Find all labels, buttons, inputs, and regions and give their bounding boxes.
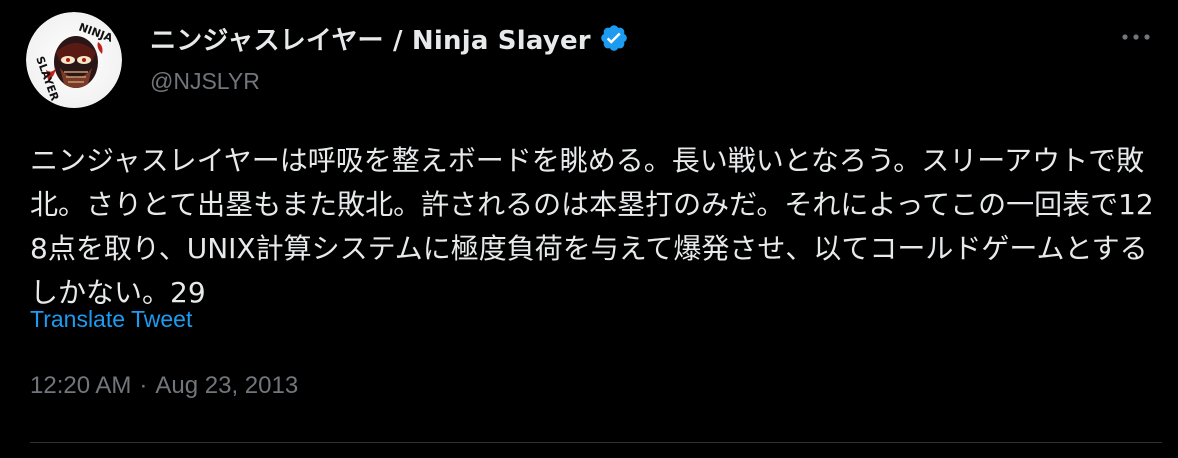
more-button[interactable]	[1118, 22, 1154, 52]
tweet-timestamp[interactable]: 12:20 AM · Aug 23, 2013	[30, 372, 298, 400]
ninja-slayer-logo-icon: NINJA SLAYER	[26, 12, 122, 108]
tweet-card: NINJA SLAYER ニンジャスレイヤー / Ninja Slayer @N…	[0, 0, 1178, 458]
display-name[interactable]: ニンジャスレイヤー / Ninja Slayer	[150, 20, 591, 57]
translate-tweet-link[interactable]: Translate Tweet	[30, 306, 192, 333]
handle[interactable]: @NJSLYR	[150, 68, 629, 95]
meta-separator: ·	[139, 372, 148, 399]
tweet-header: ニンジャスレイヤー / Ninja Slayer @NJSLYR	[150, 18, 629, 95]
tweet-time: 12:20 AM	[30, 372, 132, 399]
verified-badge-icon	[599, 23, 629, 53]
tweet-date: Aug 23, 2013	[155, 372, 299, 399]
tweet-text: ニンジャスレイヤーは呼吸を整えボードを眺める。長い戦いとなろう。スリーアウトで敗…	[30, 144, 1154, 309]
more-horizontal-icon	[1122, 34, 1150, 40]
avatar[interactable]: NINJA SLAYER	[26, 12, 122, 108]
divider	[30, 442, 1162, 443]
name-row: ニンジャスレイヤー / Ninja Slayer	[150, 18, 629, 58]
